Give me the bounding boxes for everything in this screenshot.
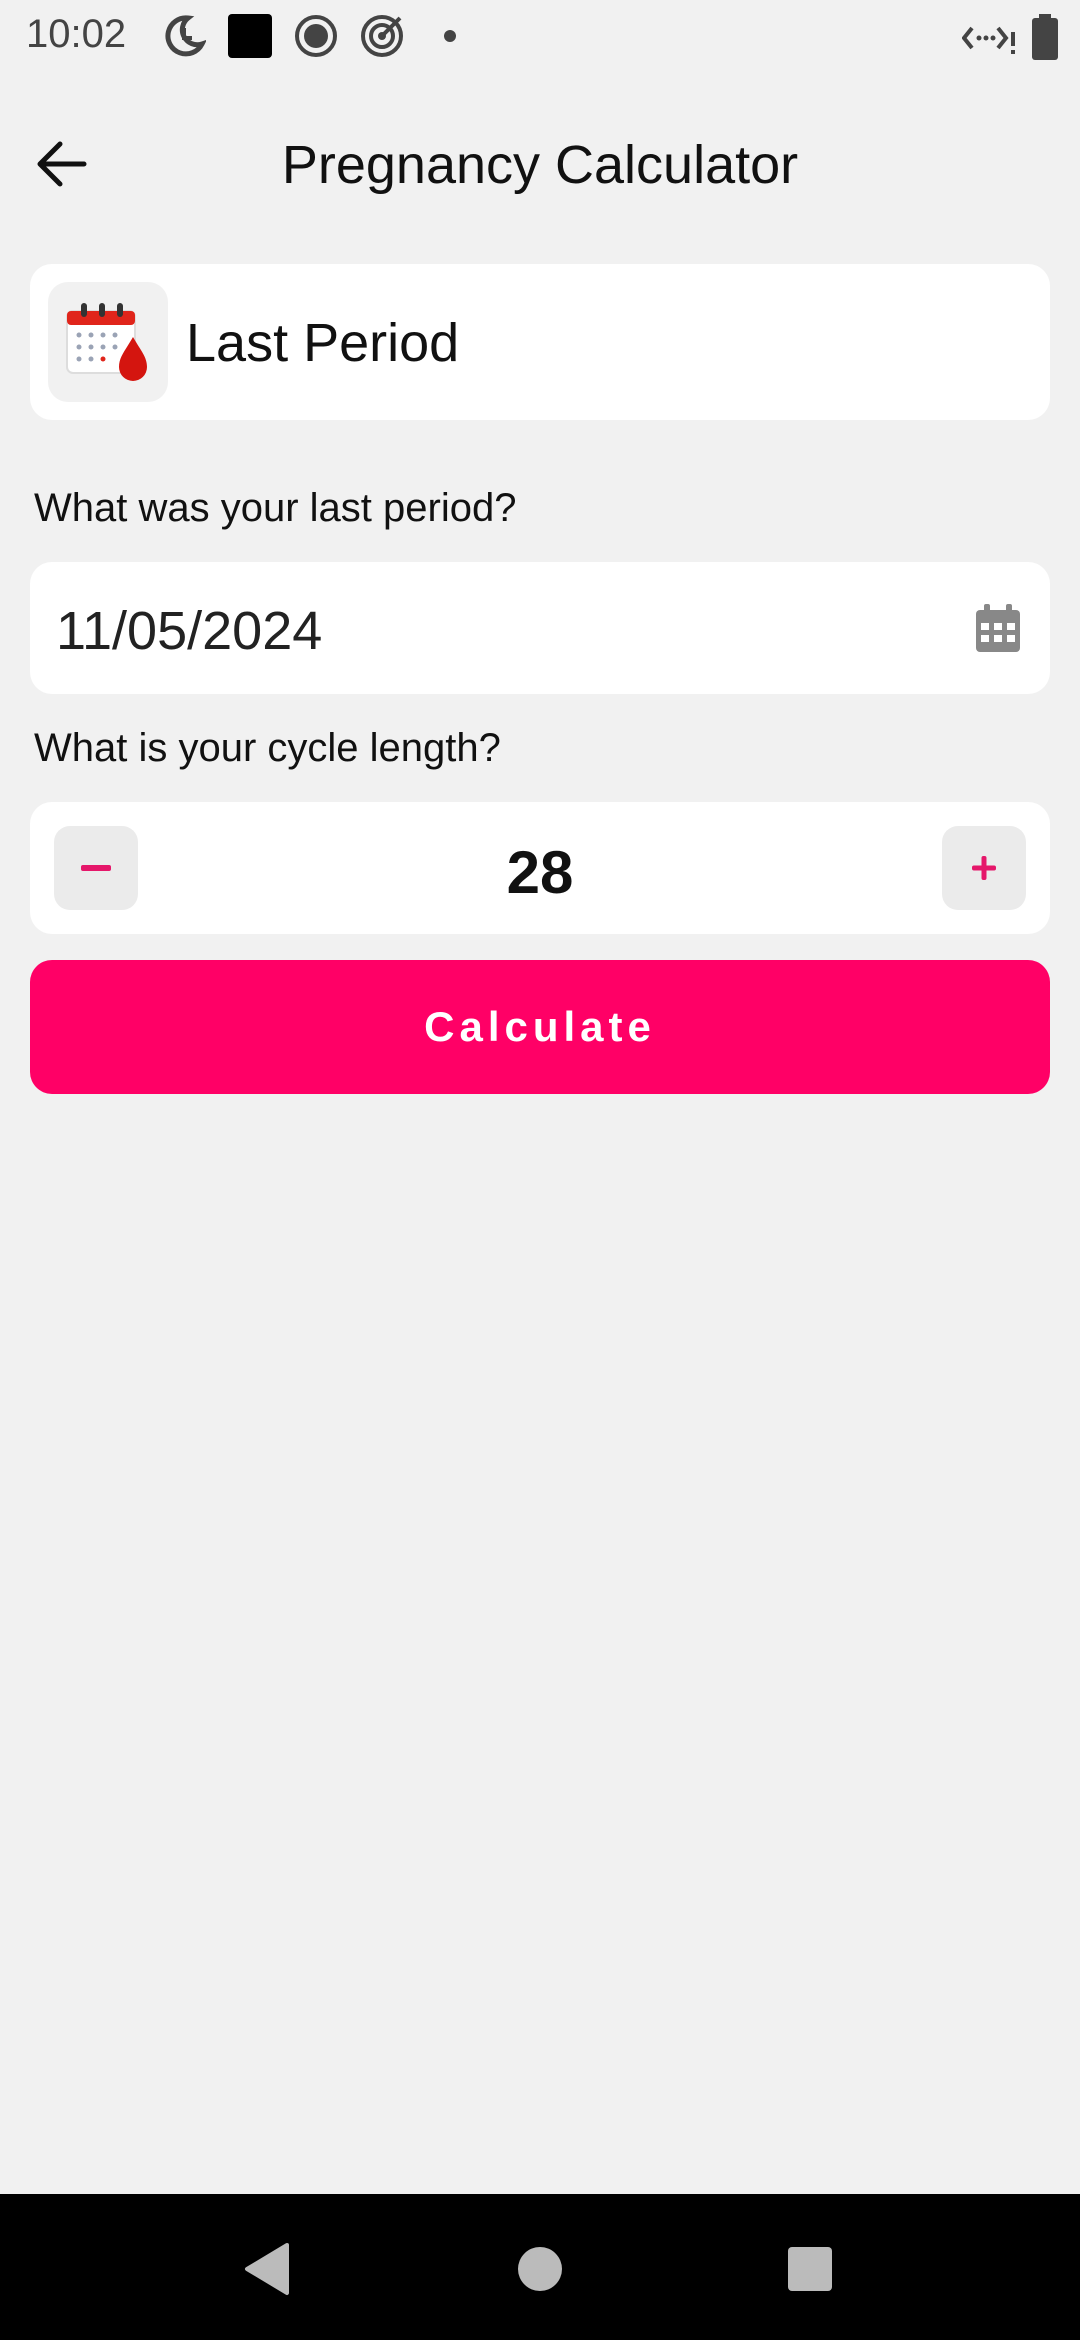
recents-square-icon xyxy=(788,2247,832,2291)
black-square-icon xyxy=(228,14,272,58)
battery-icon xyxy=(1032,14,1058,60)
back-triangle-icon xyxy=(245,2243,289,2295)
target-icon xyxy=(361,15,403,57)
calendar-blood-drop-icon xyxy=(66,303,147,381)
header-label: Last Period xyxy=(186,313,460,373)
last-period-date-field[interactable]: 11/05/2024 xyxy=(30,562,1050,694)
increase-button[interactable] xyxy=(942,826,1026,910)
cycle-length-value: 28 xyxy=(506,839,574,906)
section-header-card: Last Period xyxy=(30,264,1050,420)
calendar-icon[interactable] xyxy=(972,602,1024,654)
screen: 10:02 Pregnancy Calculator Last Period W… xyxy=(0,0,1080,2340)
cycle-length-question: What is your cycle length? xyxy=(34,726,501,770)
page-title: Pregnancy Calculator xyxy=(281,135,799,195)
cycle-length-stepper: 28 xyxy=(30,802,1050,934)
nav-recents-button[interactable] xyxy=(775,2234,845,2304)
app-bar: Pregnancy Calculator xyxy=(0,100,1080,228)
nav-home-button[interactable] xyxy=(505,2234,575,2304)
status-bar: 10:02 xyxy=(0,0,1080,72)
last-period-question: What was your last period? xyxy=(34,486,517,530)
last-period-date-value: 11/05/2024 xyxy=(56,601,323,661)
calculate-button[interactable]: Calculate xyxy=(30,960,1050,1094)
system-nav-bar xyxy=(0,2194,1080,2340)
data-arrows-icon xyxy=(962,26,1015,54)
record-icon xyxy=(295,15,337,57)
nav-back-button[interactable] xyxy=(232,2234,302,2304)
do-not-disturb-icon xyxy=(165,15,206,57)
header-icon-box xyxy=(48,282,168,402)
status-time: 10:02 xyxy=(26,12,127,56)
plus-icon xyxy=(972,856,996,880)
dot-icon xyxy=(444,30,456,42)
home-circle-icon xyxy=(518,2247,562,2291)
